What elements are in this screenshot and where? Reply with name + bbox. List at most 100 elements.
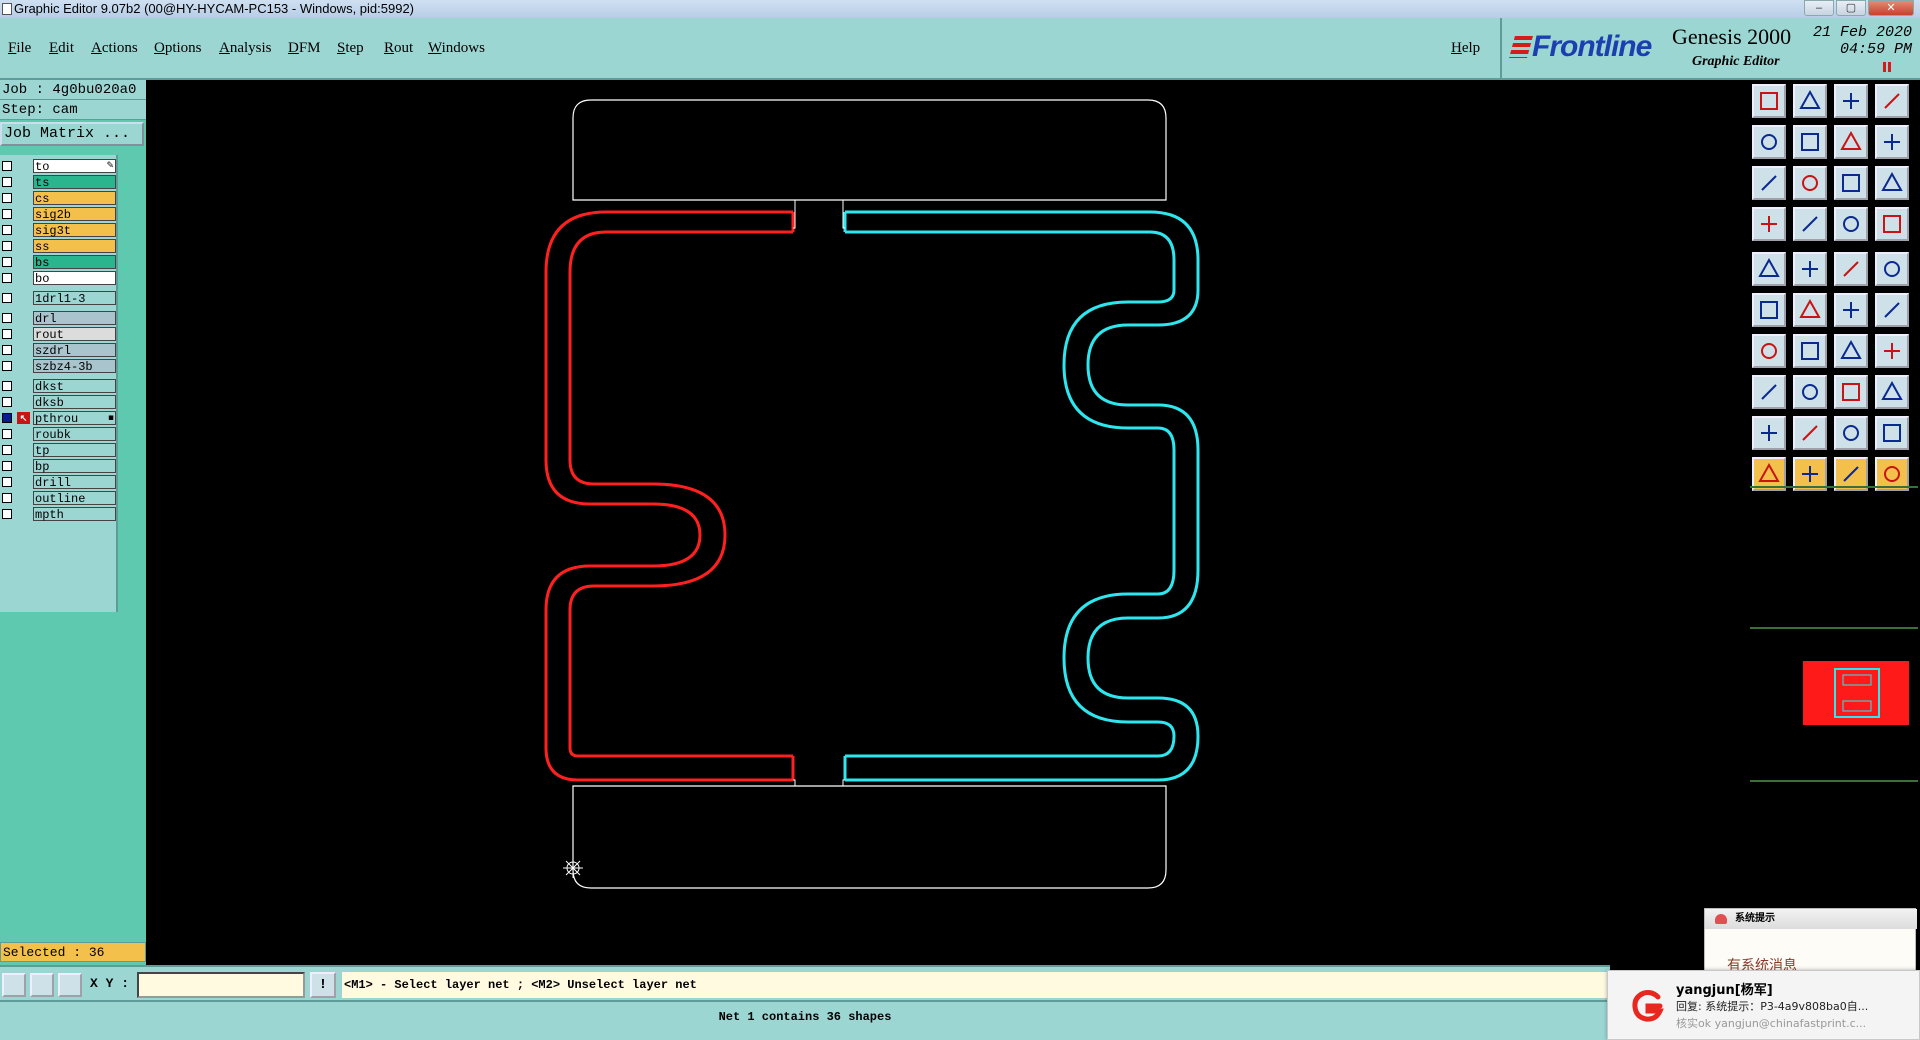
snap-icon[interactable] xyxy=(1875,125,1909,159)
layer-row-drill[interactable]: drill xyxy=(0,475,118,490)
menu-dfm[interactable]: DFM xyxy=(288,40,321,57)
layer-name[interactable]: dkst xyxy=(33,379,116,394)
line-icon[interactable] xyxy=(1793,334,1827,368)
maximize-button[interactable]: ▢ xyxy=(1836,0,1866,16)
close-button[interactable]: ✕ xyxy=(1868,0,1914,16)
layer-row-sig2b[interactable]: sig2b xyxy=(0,207,118,222)
job-matrix-button[interactable]: Job Matrix ... xyxy=(0,122,144,146)
round-pad-icon[interactable] xyxy=(1875,252,1909,286)
xy-input[interactable] xyxy=(137,972,305,998)
layer-checkbox[interactable] xyxy=(2,381,12,391)
layer-name[interactable]: sig3t xyxy=(33,223,116,238)
scale-1-2-icon[interactable] xyxy=(1834,166,1868,200)
layer-row-1drl1-3[interactable]: 1drl1-3 xyxy=(0,291,118,306)
cursor-probe-icon[interactable] xyxy=(1793,207,1827,241)
page-icon[interactable] xyxy=(1875,84,1909,118)
layer-checkbox[interactable] xyxy=(2,177,12,187)
layer-name[interactable]: sig2b xyxy=(33,207,116,222)
menu-file[interactable]: File xyxy=(8,40,31,57)
segment-icon[interactable] xyxy=(1793,375,1827,409)
layer-checkbox[interactable] xyxy=(2,273,12,283)
fill-icon[interactable] xyxy=(1875,334,1909,368)
layer-checkbox[interactable] xyxy=(2,397,12,407)
layer-row-szbz4-3b[interactable]: szbz4-3b xyxy=(0,359,118,374)
minimize-button[interactable]: – xyxy=(1804,0,1834,16)
layer-checkbox[interactable] xyxy=(2,209,12,219)
layer-checkbox[interactable] xyxy=(2,361,12,371)
menu-actions[interactable]: Actions xyxy=(91,40,138,57)
layer-name[interactable]: bo xyxy=(33,271,116,286)
layer-checkbox[interactable] xyxy=(2,329,12,339)
layer-row-dkst[interactable]: dkst xyxy=(0,379,118,394)
layer-row-tp[interactable]: tp xyxy=(0,443,118,458)
layer-checkbox[interactable] xyxy=(2,509,12,519)
layer-name[interactable]: to xyxy=(33,159,116,174)
zoom-fit-icon[interactable] xyxy=(1793,84,1827,118)
layer-checkbox[interactable] xyxy=(2,161,12,171)
help-icon[interactable] xyxy=(1875,166,1909,200)
overview-thumbnail[interactable] xyxy=(1803,661,1909,725)
layer-checkbox[interactable] xyxy=(2,225,12,235)
layer-name[interactable]: szdrl xyxy=(33,343,116,358)
layer-checkbox[interactable] xyxy=(2,429,12,439)
grid-icon[interactable] xyxy=(58,973,82,997)
layer-stack-icon[interactable] xyxy=(1875,207,1909,241)
angle-icon[interactable] xyxy=(1752,334,1786,368)
measure-icon[interactable] xyxy=(30,973,54,997)
layer-row-to[interactable]: to ✎ xyxy=(0,159,118,174)
layer-checkbox[interactable] xyxy=(2,445,12,455)
menu-analysis[interactable]: Analysis xyxy=(219,40,272,57)
layer-row-dksb[interactable]: dksb xyxy=(0,395,118,410)
layer-checkbox[interactable] xyxy=(2,193,12,203)
layer-checkbox[interactable] xyxy=(2,413,12,423)
layer-row-pthrou[interactable]: ↖ pthrou ▪ xyxy=(0,411,118,426)
arc-icon[interactable] xyxy=(1834,334,1868,368)
flip-icon[interactable] xyxy=(1834,125,1868,159)
pad-icon[interactable] xyxy=(1752,252,1786,286)
menu-rout[interactable]: Rout xyxy=(384,40,413,57)
zoom-box-icon[interactable] xyxy=(1752,166,1786,200)
chat-notification[interactable]: yangjun[杨军] 回复: 系统提示：P3-4a9v808ba0自... 核… xyxy=(1607,970,1920,1040)
menu-windows[interactable]: Windows xyxy=(428,40,485,57)
layer-row-cs[interactable]: cs xyxy=(0,191,118,206)
menu-options[interactable]: Options xyxy=(154,40,202,57)
layer-checkbox[interactable] xyxy=(2,241,12,251)
layer-name[interactable]: 1drl1-3 xyxy=(33,291,116,306)
pan-right-icon[interactable] xyxy=(1793,125,1827,159)
pause-icon[interactable] xyxy=(1883,62,1892,72)
layer-name[interactable]: rout xyxy=(33,327,116,342)
layer-row-bp[interactable]: bp xyxy=(0,459,118,474)
layer-checkbox[interactable] xyxy=(2,493,12,503)
layer-name[interactable]: outline xyxy=(33,491,116,506)
layer-name[interactable]: drill xyxy=(33,475,116,490)
keyboard-icon[interactable] xyxy=(1752,207,1786,241)
layer-name[interactable]: tp xyxy=(33,443,116,458)
layer-name[interactable]: ss xyxy=(33,239,116,254)
menu-edit[interactable]: Edit xyxy=(49,40,74,57)
layer-checkbox[interactable] xyxy=(2,345,12,355)
layer-row-szdrl[interactable]: szdrl xyxy=(0,343,118,358)
layer-row-bs[interactable]: bs xyxy=(0,255,118,270)
drc-arc-icon[interactable] xyxy=(1834,416,1868,450)
layer-name[interactable]: ts xyxy=(33,175,116,190)
layer-checkbox[interactable] xyxy=(2,257,12,267)
ruler-icon[interactable] xyxy=(1834,252,1868,286)
shape-icon[interactable] xyxy=(1793,252,1827,286)
layers-icon[interactable] xyxy=(1834,207,1868,241)
move-icon[interactable] xyxy=(1834,293,1868,327)
layer-row-sig3t[interactable]: sig3t xyxy=(0,223,118,238)
layer-checkbox[interactable] xyxy=(2,461,12,471)
layer-name[interactable]: mpth xyxy=(33,507,116,522)
zoom-window-icon[interactable] xyxy=(2,973,26,997)
layer-checkbox[interactable] xyxy=(2,477,12,487)
snap-grid-icon[interactable] xyxy=(1752,375,1786,409)
drc-warn-icon[interactable] xyxy=(1793,416,1827,450)
pan-left-icon[interactable] xyxy=(1752,125,1786,159)
layer-row-drl[interactable]: drl xyxy=(0,311,118,326)
drc-icon[interactable] xyxy=(1752,416,1786,450)
layer-name[interactable]: bs xyxy=(33,255,116,270)
layer-name[interactable]: drl xyxy=(33,311,116,326)
net-icon[interactable] xyxy=(1752,293,1786,327)
layer-row-mpth[interactable]: mpth xyxy=(0,507,118,522)
alert-button[interactable]: ! xyxy=(310,972,336,998)
